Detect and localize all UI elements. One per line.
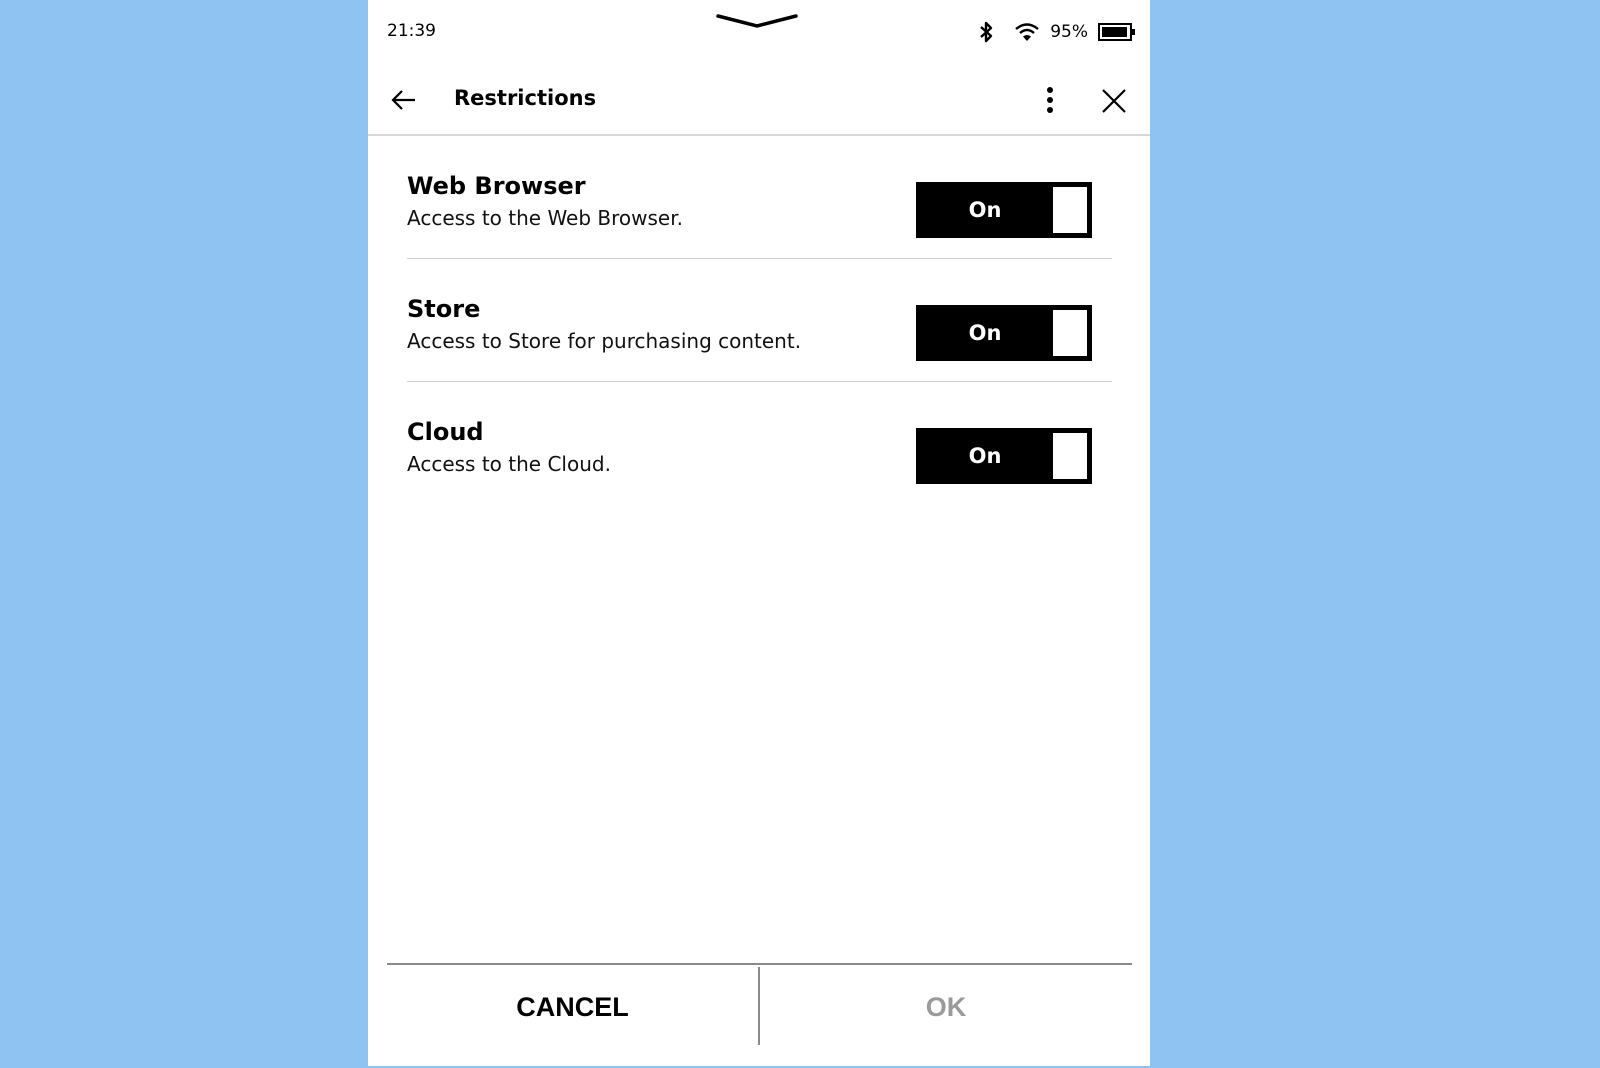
- battery-icon: [1098, 23, 1135, 41]
- restriction-row-web-browser: Web Browser Access to the Web Browser. O…: [407, 136, 1112, 259]
- web-browser-toggle[interactable]: On: [916, 182, 1092, 238]
- page-title: Restrictions: [454, 86, 597, 110]
- back-arrow-icon[interactable]: [390, 86, 418, 114]
- restriction-row-cloud: Cloud Access to the Cloud. On: [407, 382, 1112, 504]
- close-icon[interactable]: [1101, 88, 1127, 114]
- restrictions-list: Web Browser Access to the Web Browser. O…: [407, 136, 1112, 504]
- app-header: Restrictions: [368, 62, 1150, 136]
- more-vertical-icon[interactable]: [1038, 86, 1062, 114]
- status-time: 21:39: [387, 21, 436, 41]
- toggle-knob: [1053, 310, 1087, 356]
- restriction-description: Access to the Web Browser.: [407, 206, 683, 230]
- bluetooth-icon: [980, 21, 993, 43]
- toggle-knob: [1053, 187, 1087, 233]
- toggle-state-label: On: [968, 198, 1002, 222]
- battery-percent: 95%: [1050, 22, 1088, 42]
- kindle-screen: 21:39 95% Restrictions Web Browser Acces…: [368, 0, 1150, 1066]
- status-bar: 21:39 95%: [368, 0, 1150, 62]
- restriction-title: Web Browser: [407, 172, 586, 200]
- cloud-toggle[interactable]: On: [916, 428, 1092, 484]
- wifi-icon: [1015, 23, 1039, 41]
- cancel-button[interactable]: CANCEL: [387, 967, 758, 1047]
- restriction-row-store: Store Access to Store for purchasing con…: [407, 259, 1112, 382]
- restriction-description: Access to Store for purchasing content.: [407, 329, 802, 353]
- restriction-title: Store: [407, 295, 481, 323]
- store-toggle[interactable]: On: [916, 305, 1092, 361]
- status-indicators: 95%: [978, 18, 1135, 46]
- restriction-title: Cloud: [407, 418, 484, 446]
- toggle-knob: [1053, 433, 1087, 479]
- pull-down-handle-icon[interactable]: [716, 12, 798, 30]
- ok-button[interactable]: OK: [760, 967, 1132, 1047]
- restriction-description: Access to the Cloud.: [407, 452, 611, 476]
- toggle-state-label: On: [968, 321, 1002, 345]
- dialog-footer: CANCEL OK: [387, 963, 1132, 1068]
- battery-fill: [1102, 27, 1127, 37]
- toggle-state-label: On: [968, 444, 1002, 468]
